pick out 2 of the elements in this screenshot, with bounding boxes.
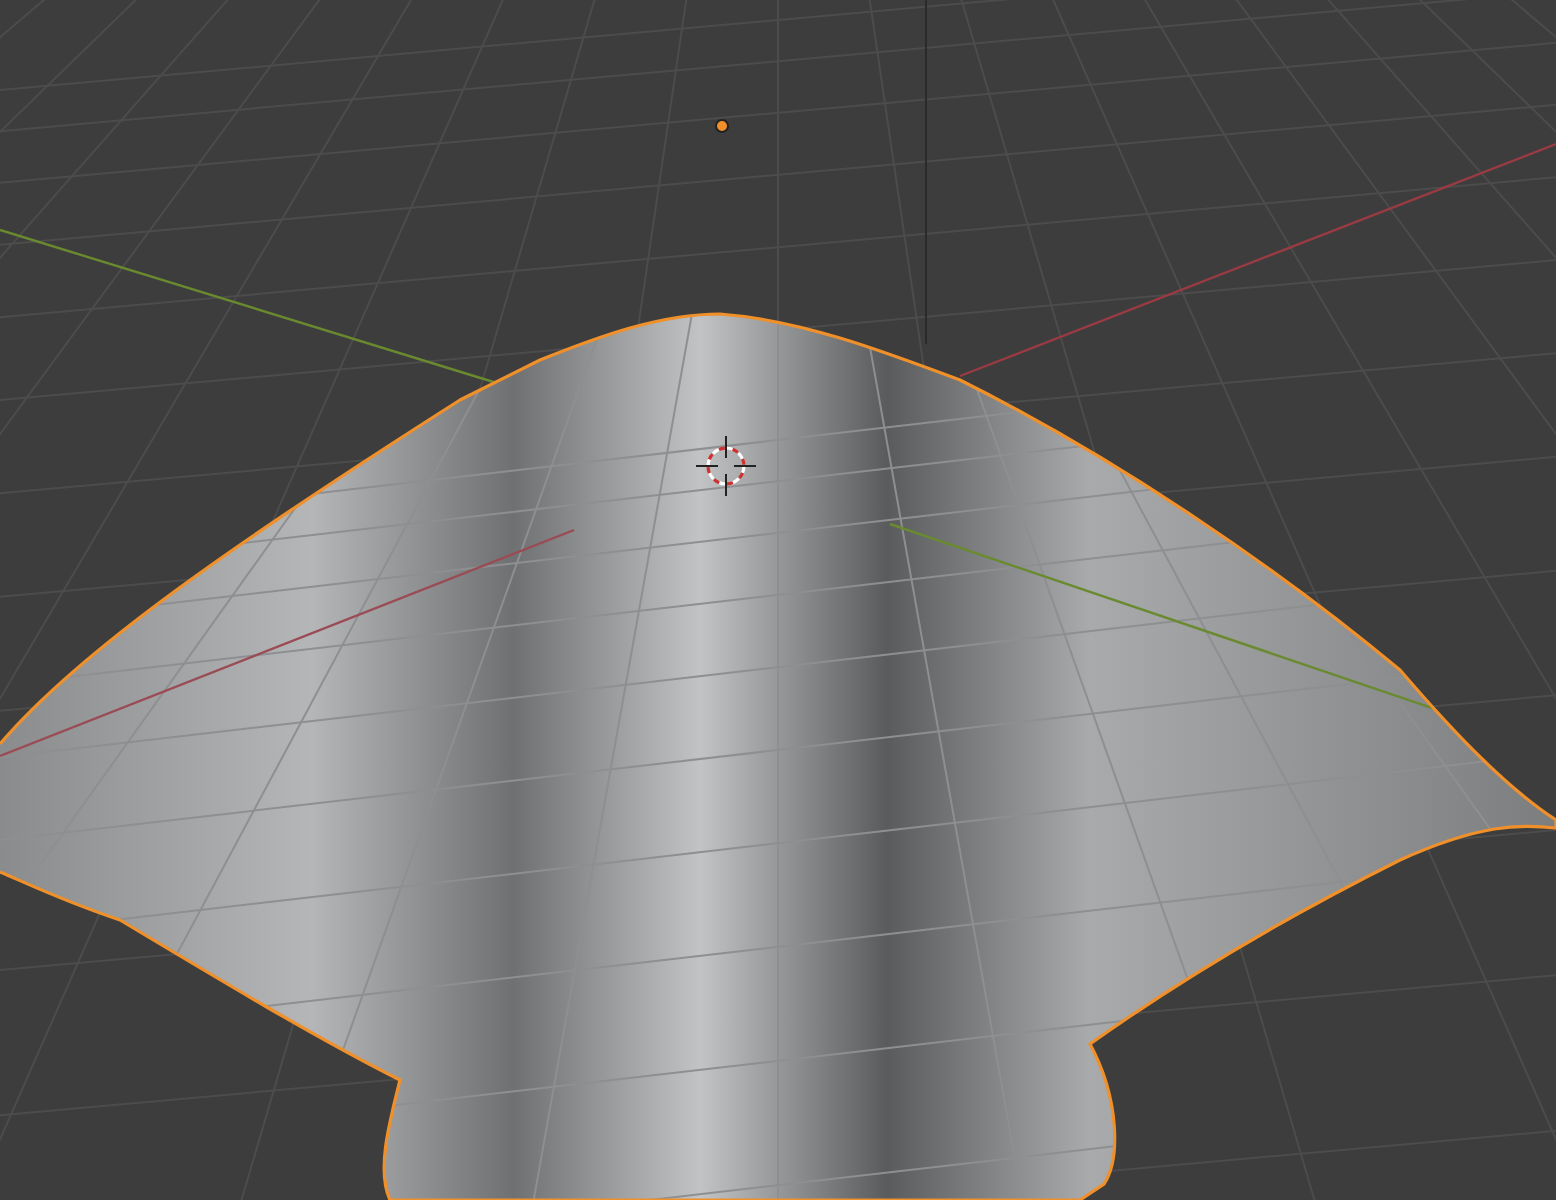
3d-cursor-icon	[695, 435, 757, 497]
origin-dot	[715, 119, 729, 133]
